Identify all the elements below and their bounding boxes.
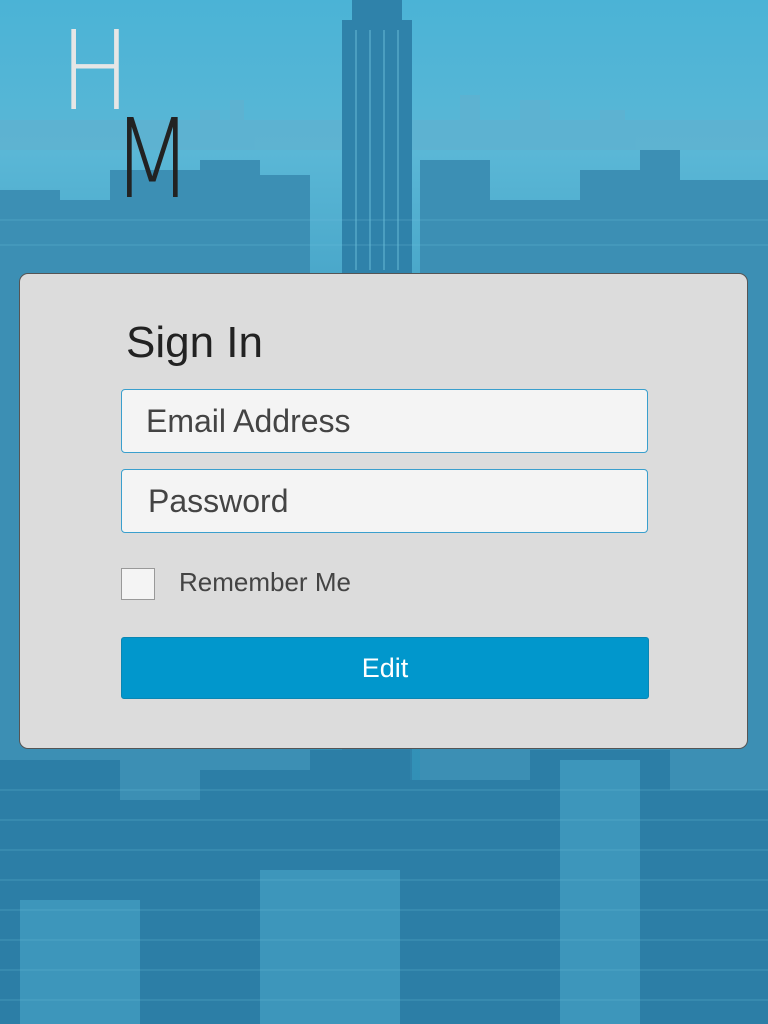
remember-me-label[interactable]: Remember Me <box>179 567 351 598</box>
signin-card: Sign In Remember Me Edit <box>19 273 748 749</box>
logo-letter-m: M <box>112 95 193 223</box>
logo: H M <box>60 16 193 223</box>
password-field[interactable] <box>121 469 648 533</box>
submit-button[interactable]: Edit <box>121 637 649 699</box>
page-title: Sign In <box>126 318 263 367</box>
remember-me-checkbox[interactable] <box>121 568 155 600</box>
email-field[interactable] <box>121 389 648 453</box>
